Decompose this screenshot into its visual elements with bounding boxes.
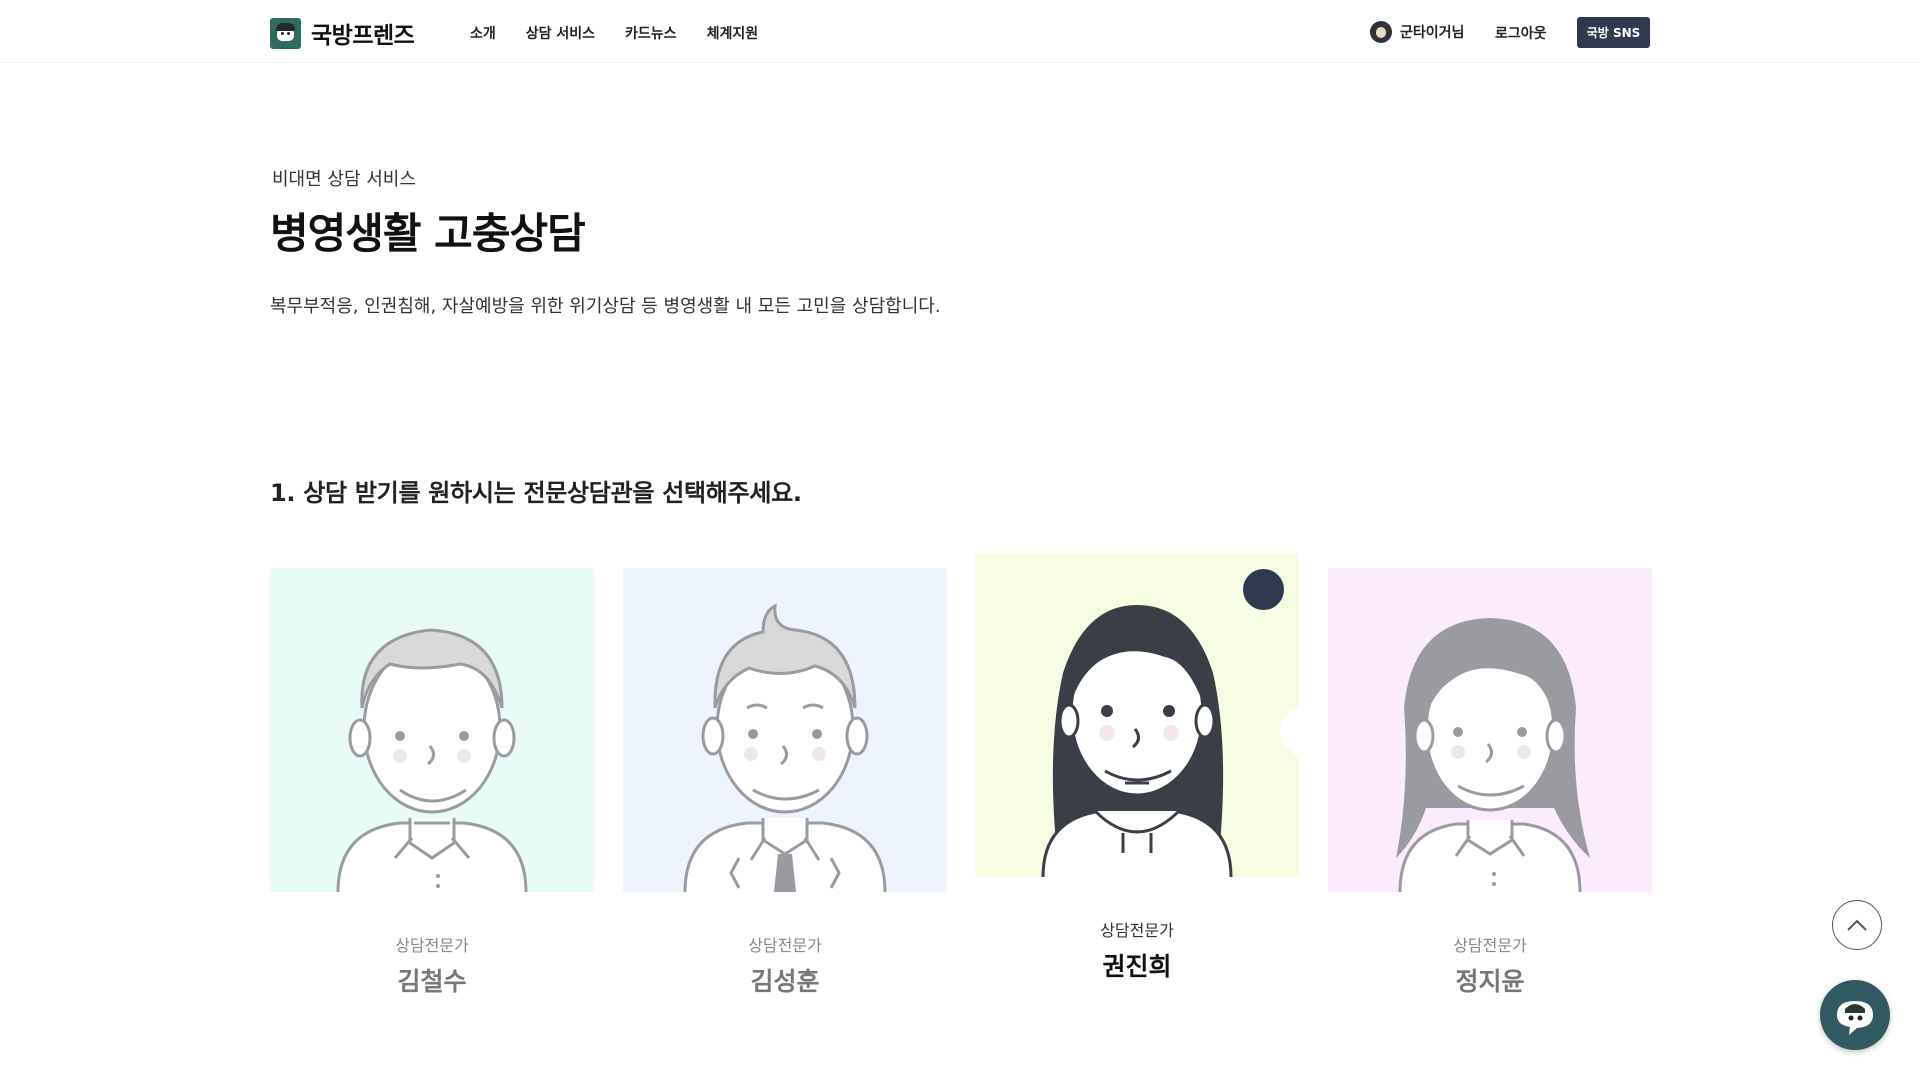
counselor-role: 상담전문가 — [748, 936, 822, 955]
female-avatar-icon — [1396, 618, 1590, 892]
counselor-role: 상담전문가 — [1100, 921, 1174, 940]
sns-button[interactable]: 국방 SNS — [1577, 17, 1650, 48]
logo-icon — [270, 17, 301, 49]
counselor-name: 김철수 — [397, 967, 467, 996]
male-avatar-icon — [336, 628, 528, 892]
counselor-name: 정지윤 — [1455, 967, 1525, 996]
page-subtitle: 비대면 상담 서비스 — [272, 169, 416, 190]
logo-text: 국방프렌즈 — [311, 23, 415, 49]
chevron-up-icon — [1847, 919, 1867, 931]
counselor-card-4[interactable]: 상담전문가 정지윤 — [1328, 568, 1652, 998]
nav-item-card-news[interactable]: 카드뉴스 — [625, 23, 677, 43]
counselor-card-2[interactable]: 상담전문가 김성훈 — [623, 568, 947, 998]
nav-item-counsel-service[interactable]: 상담 서비스 — [526, 23, 595, 43]
nav-item-system-support[interactable]: 체계지원 — [707, 23, 759, 43]
counselor-role: 상담전문가 — [1453, 936, 1527, 955]
main-nav: 소개 상담 서비스 카드뉴스 체계지원 — [470, 23, 758, 43]
counselor-name: 김성훈 — [750, 967, 820, 996]
counselor-portrait-4[interactable] — [1328, 568, 1652, 892]
counselor-name: 권진희 — [1102, 952, 1172, 981]
counselor-card-3[interactable]: 상담전문가 권진희 — [975, 553, 1299, 983]
site-header: 국방프렌즈 소개 상담 서비스 카드뉴스 체계지원 군타이거님 로그아웃 국방 … — [0, 0, 1920, 63]
avatar — [1370, 21, 1392, 43]
user-profile[interactable]: 군타이거님 — [1370, 21, 1464, 43]
site-logo[interactable]: 국방프렌즈 — [270, 16, 415, 50]
chatbot-button[interactable] — [1820, 980, 1890, 1050]
chat-bot-icon — [1837, 1001, 1873, 1035]
logout-link[interactable]: 로그아웃 — [1495, 23, 1547, 43]
counselor-card-1[interactable]: 상담전문가 김철수 — [270, 568, 594, 998]
page-description: 복무부적응, 인권침해, 자살예방을 위한 위기상담 등 병영생활 내 모든 고… — [270, 296, 941, 317]
nav-item-about[interactable]: 소개 — [470, 23, 496, 43]
counselor-role: 상담전문가 — [395, 936, 469, 955]
male-suit-avatar-icon — [683, 603, 887, 892]
scroll-top-button[interactable] — [1832, 900, 1882, 950]
counselor-portrait-2[interactable] — [623, 568, 947, 892]
counselor-portrait-1[interactable] — [270, 568, 594, 892]
page-title: 병영생활 고충상담 — [270, 209, 586, 258]
counselor-portrait-3[interactable] — [975, 553, 1299, 877]
check-icon — [1243, 569, 1299, 760]
user-name: 군타이거님 — [1400, 25, 1465, 41]
step-title: 1. 상담 받기를 원하시는 전문상담관을 선택해주세요. — [270, 479, 802, 507]
